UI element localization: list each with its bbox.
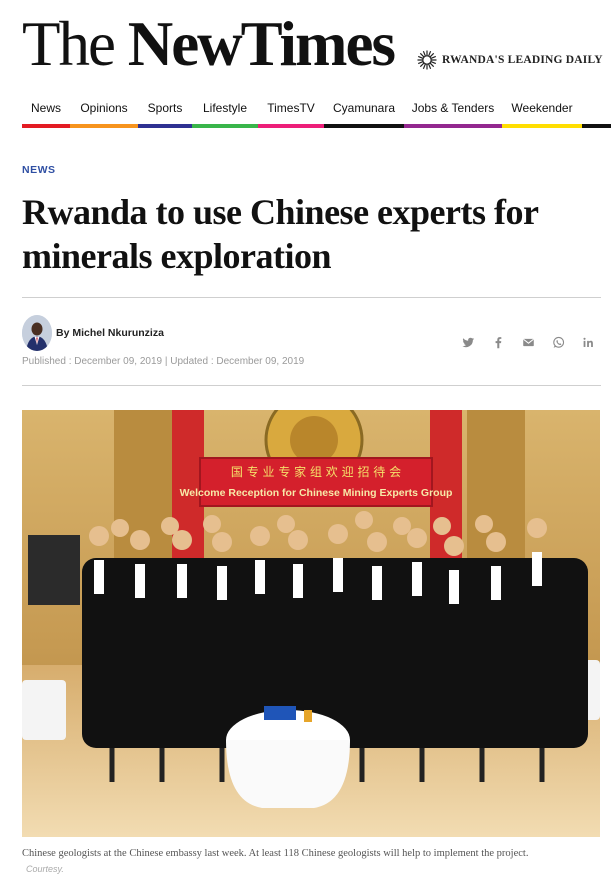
nav-color-bar: [192, 124, 258, 128]
nav-item-jobs-tenders[interactable]: Jobs & Tenders: [404, 92, 502, 128]
nav-label: Lifestyle: [202, 101, 248, 115]
photo-caption: Chinese geologists at the Chinese embass…: [22, 848, 529, 859]
nav-color-bar: [582, 124, 611, 128]
nav-color-bar: [22, 124, 70, 128]
nav-label: News: [30, 101, 61, 115]
author-avatar[interactable]: [22, 315, 52, 351]
divider: [22, 385, 601, 386]
nav-item-sports[interactable]: Sports: [138, 92, 192, 128]
svg-text:国 专 业 专 家 组 欢 迎 招 待 会: 国 专 业 专 家 组 欢 迎 招 待 会: [231, 464, 401, 479]
logo-word-new: New: [127, 9, 243, 79]
linkedin-icon[interactable]: [580, 334, 596, 350]
email-icon[interactable]: [520, 334, 536, 350]
photo-credit: Courtesy.: [26, 864, 64, 874]
logo-word-times: Times: [240, 9, 396, 79]
nav-label: Sports: [147, 101, 183, 115]
nav-label: TimesTV: [267, 101, 315, 115]
article-title: Rwanda to use Chinese experts for minera…: [22, 192, 538, 276]
nav-item-news[interactable]: News: [22, 92, 70, 128]
tagline: RWANDA'S LEADING DAILY: [417, 50, 603, 70]
nav-color-bar: [258, 124, 324, 128]
nav-item-weekender[interactable]: Weekender: [502, 92, 582, 128]
masthead: The NewTimes RWANDA'S LEADING DAILY: [22, 8, 603, 80]
group-photo-illustration: 国 专 业 专 家 组 欢 迎 招 待 会 Welcome Reception …: [22, 410, 600, 837]
tagline-text: RWANDA'S LEADING DAILY: [442, 54, 603, 66]
category-link[interactable]: NEWS: [22, 164, 56, 176]
article-photo[interactable]: 国 专 业 专 家 组 欢 迎 招 待 会 Welcome Reception …: [22, 410, 600, 837]
nav-label: Opinions: [80, 101, 128, 115]
nav-label: Jobs & Tenders: [411, 101, 495, 115]
site-logo[interactable]: The NewTimes: [22, 8, 396, 80]
author-byline[interactable]: By Michel Nkurunziza: [56, 327, 164, 339]
nav-color-bar: [70, 124, 138, 128]
twitter-icon[interactable]: [460, 334, 476, 350]
logo-word-the: The: [22, 9, 116, 79]
publish-dates: Published : December 09, 2019 | Updated …: [22, 356, 305, 367]
nav-color-bar: [502, 124, 582, 128]
facebook-icon[interactable]: [490, 334, 506, 350]
divider: [22, 297, 601, 298]
nav-label: Cyamunara: [332, 101, 396, 115]
nav-item-timestv[interactable]: TimesTV: [258, 92, 324, 128]
share-bar: [460, 334, 596, 350]
nav-trailing-bar: [582, 92, 611, 128]
nav-color-bar: [324, 124, 404, 128]
nav-item-lifestyle[interactable]: Lifestyle: [192, 92, 258, 128]
banner-text: Welcome Reception for Chinese Mining Exp…: [180, 487, 453, 499]
nav-label: Weekender: [511, 101, 573, 115]
nav-item-opinions[interactable]: Opinions: [70, 92, 138, 128]
main-nav: News Opinions Sports Lifestyle TimesTV C…: [22, 92, 611, 128]
nav-color-bar: [404, 124, 502, 128]
nav-color-bar: [138, 124, 192, 128]
nav-item-cyamunara[interactable]: Cyamunara: [324, 92, 404, 128]
sun-emblem-icon: [417, 50, 437, 70]
whatsapp-icon[interactable]: [550, 334, 566, 350]
